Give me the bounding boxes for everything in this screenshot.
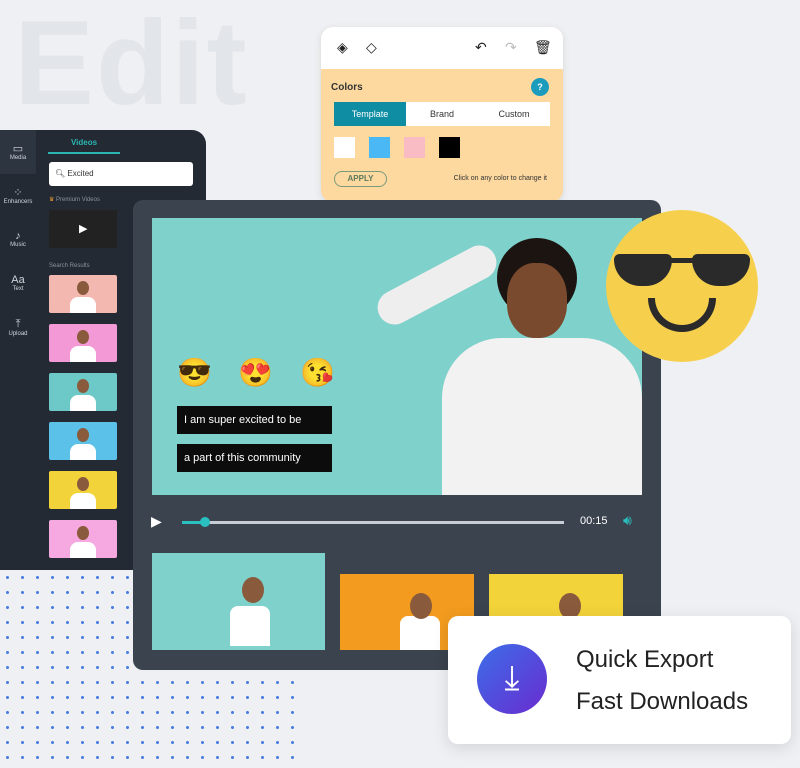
color-swatch[interactable] — [334, 137, 355, 158]
person-body — [70, 297, 96, 313]
colors-title: Colors — [331, 82, 363, 93]
enhancers-icon: ⁘ — [13, 187, 23, 199]
panel-toolbar: ◈ ◇ ↶ ↷ 🗑︎ — [321, 27, 563, 69]
search-result-thumb[interactable] — [49, 373, 117, 411]
heart-eyes-emoji[interactable]: 😍 — [238, 356, 273, 389]
premium-text: Premium Videos — [56, 197, 100, 203]
play-icon: ▶ — [79, 223, 88, 235]
timeline-clip-1[interactable] — [152, 553, 325, 650]
rail-item-enhancers[interactable]: ⁘ Enhancers — [0, 174, 36, 218]
color-swatch[interactable] — [369, 137, 390, 158]
smile — [648, 298, 716, 332]
rail-label: Music — [10, 242, 26, 248]
rail-item-text[interactable]: Aa Text — [0, 262, 36, 306]
export-line-1: Quick Export — [576, 646, 714, 673]
apply-button[interactable]: APPLY — [334, 171, 387, 187]
person-body — [70, 444, 96, 460]
text-icon: Aa — [11, 274, 25, 286]
person-body — [70, 542, 96, 558]
person-body — [70, 493, 96, 509]
search-value: Excited — [67, 169, 94, 178]
music-icon: ♪ — [15, 230, 21, 242]
search-result-thumb[interactable] — [49, 324, 117, 362]
undo-icon[interactable]: ↶ — [475, 39, 487, 56]
person-face — [241, 577, 264, 604]
tab-brand[interactable]: Brand — [406, 102, 478, 126]
person-face — [507, 263, 567, 338]
kiss-emoji[interactable]: 😘 — [300, 356, 335, 389]
person-face — [77, 281, 89, 295]
hero-word: Edit — [14, 0, 249, 130]
search-result-thumb[interactable] — [49, 471, 117, 509]
person-body — [442, 338, 642, 495]
time-display: 00:15 — [580, 515, 608, 527]
search-icon: 🔍︎ — [55, 169, 68, 178]
video-preview[interactable]: 😎 😍 😘 I am super excited to be a part of… — [152, 218, 642, 495]
rail-label: Media — [9, 155, 27, 161]
person-face — [77, 477, 89, 491]
person-body — [70, 346, 96, 362]
colors-panel: ◈ ◇ ↶ ↷ 🗑︎ Colors ? Template Brand Custo… — [321, 27, 563, 202]
export-card[interactable]: ⤓ Quick Export Fast Downloads — [448, 616, 791, 744]
play-icon[interactable]: ▶ — [151, 513, 162, 530]
crown-icon: ♛ — [49, 197, 57, 203]
seek-handle[interactable] — [199, 517, 210, 527]
caption-line-2[interactable]: a part of this community — [177, 444, 332, 472]
volume-icon[interactable]: 🔊︎ — [623, 512, 632, 529]
help-icon[interactable]: ? — [531, 78, 549, 96]
tab-custom[interactable]: Custom — [478, 102, 550, 126]
rail-label: Text — [12, 286, 24, 292]
person-face — [77, 330, 89, 344]
redo-icon[interactable]: ↷ — [505, 39, 517, 56]
export-line-2: Fast Downloads — [576, 688, 749, 715]
sunglasses-lens-left — [614, 254, 672, 286]
tab-videos[interactable]: Videos — [48, 138, 120, 154]
folder-icon: ▭ — [12, 143, 24, 155]
color-swatch[interactable] — [439, 137, 460, 158]
rail-label: Upload — [8, 331, 28, 337]
rail-item-music[interactable]: ♪ Music — [0, 218, 36, 262]
color-swatch[interactable] — [404, 137, 425, 158]
bring-forward-icon[interactable]: ◈ — [337, 39, 348, 56]
sunglasses-emoji[interactable]: 😎 — [177, 356, 212, 389]
results-label: Search Results — [49, 263, 90, 269]
color-tabs: Template Brand Custom — [334, 102, 550, 126]
sunglasses-lens-right — [692, 254, 750, 286]
sidebar-rail: ▭ Media ⁘ Enhancers ♪ Music Aa Text ⤒ Upload — [0, 130, 36, 570]
premium-label: ♛ Premium Videos — [49, 196, 100, 203]
seek-bar[interactable] — [182, 517, 564, 527]
download-icon: ⤓ — [477, 644, 547, 714]
rail-item-media[interactable]: ▭ Media — [0, 130, 36, 174]
trash-icon[interactable]: 🗑︎ — [534, 39, 552, 56]
person-face — [77, 379, 89, 393]
tab-template[interactable]: Template — [334, 102, 406, 126]
search-result-thumb[interactable] — [49, 422, 117, 460]
premium-video-thumb[interactable]: ▶ — [49, 210, 117, 248]
video-player: 😎 😍 😘 I am super excited to be a part of… — [133, 200, 661, 670]
search-result-thumb[interactable] — [49, 275, 117, 313]
caption-line-1[interactable]: I am super excited to be — [177, 406, 332, 434]
color-hint: Click on any color to change it — [453, 175, 547, 182]
search-input[interactable]: 🔍︎ Excited — [49, 162, 193, 186]
person-body — [229, 606, 270, 647]
rail-item-upload[interactable]: ⤒ Upload — [0, 306, 36, 350]
person-body — [70, 395, 96, 411]
rail-label: Enhancers — [3, 199, 33, 205]
person-face — [77, 526, 89, 540]
sunglasses-bridge — [666, 258, 696, 263]
person-body — [400, 615, 441, 650]
person-face — [409, 593, 432, 619]
upload-icon: ⤒ — [15, 318, 21, 330]
search-result-thumb[interactable] — [49, 520, 117, 558]
send-backward-icon[interactable]: ◇ — [366, 39, 377, 56]
person-face — [77, 428, 89, 442]
person-arm — [371, 239, 503, 331]
sunglasses-emoji-large — [606, 210, 758, 362]
